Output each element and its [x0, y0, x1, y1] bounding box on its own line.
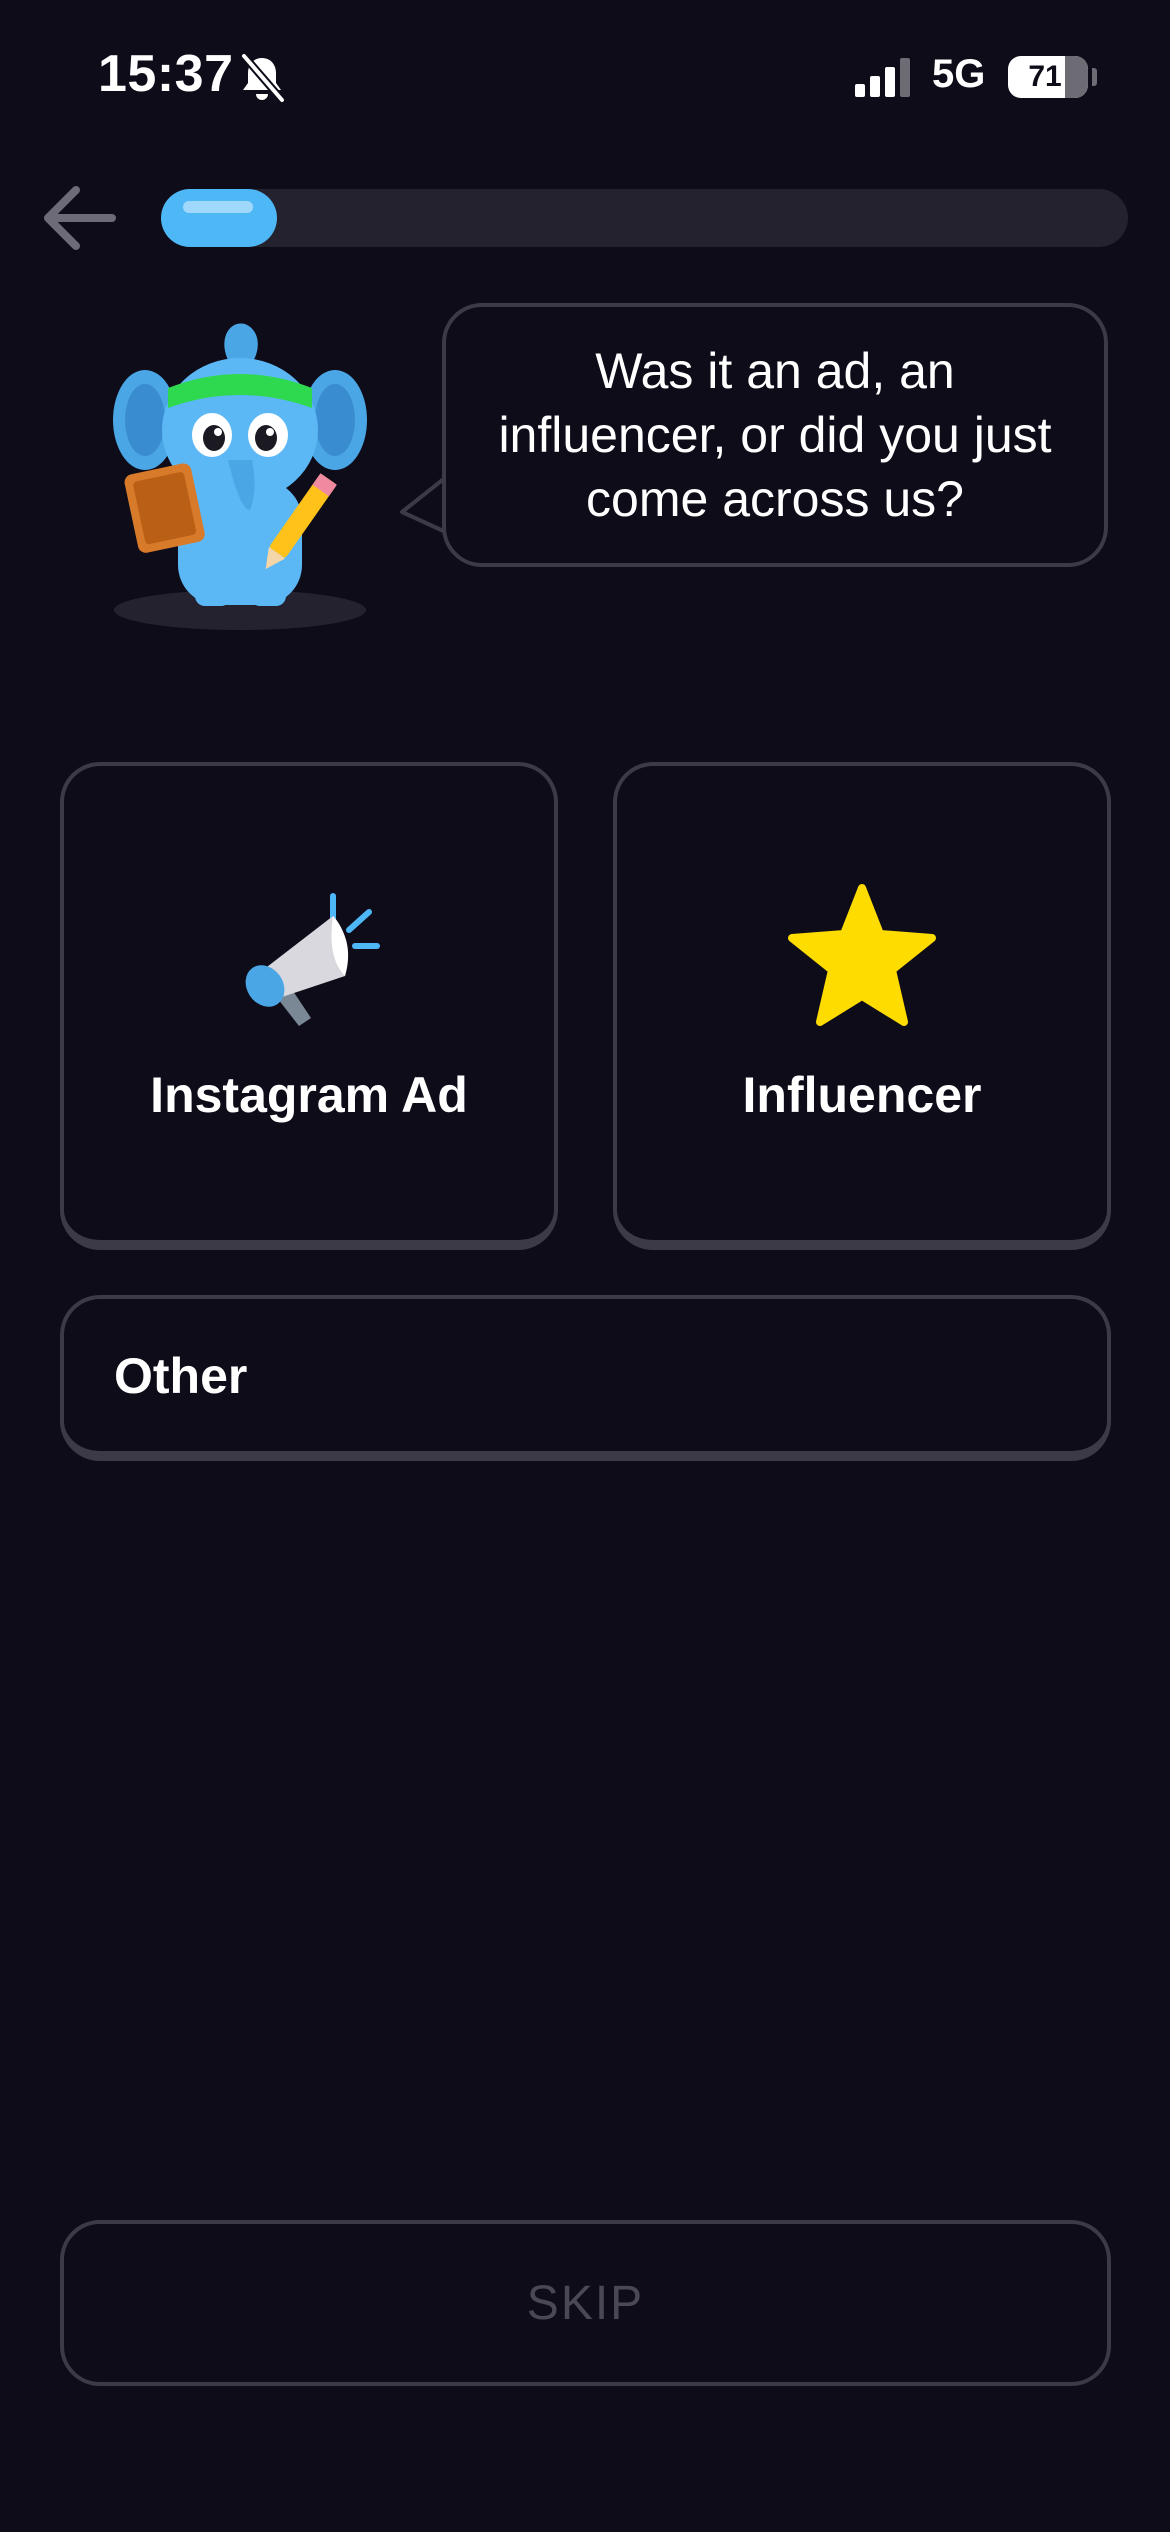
status-time: 15:37	[98, 45, 234, 103]
progress-shine	[183, 201, 253, 213]
elephant-mascot-icon	[113, 323, 367, 630]
battery-level: 71	[1028, 60, 1062, 93]
option-influencer[interactable]: Influencer	[613, 762, 1111, 1250]
battery-cap	[1092, 68, 1097, 86]
speech-bubble: Was it an ad, an influencer, or did you …	[442, 303, 1108, 567]
bell-slash-icon	[240, 52, 286, 104]
signal-bars-icon	[855, 58, 910, 97]
back-arrow-icon[interactable]	[36, 176, 120, 260]
option-label: Other	[114, 1348, 248, 1404]
network-label: 5G	[932, 52, 986, 96]
battery-icon: 71	[1008, 56, 1088, 98]
option-other[interactable]: Other	[60, 1295, 1111, 1461]
option-label: Instagram Ad	[150, 1067, 468, 1123]
option-label: Influencer	[742, 1067, 982, 1123]
question-text: Was it an ad, an influencer, or did you …	[498, 343, 1052, 527]
megaphone-icon	[245, 893, 380, 1026]
star-icon	[788, 884, 936, 1026]
progress-bar	[161, 189, 1128, 247]
option-instagram-ad[interactable]: Instagram Ad	[60, 762, 558, 1250]
skip-button[interactable]: SKIP	[60, 2220, 1111, 2386]
progress-fill	[161, 189, 278, 247]
status-bar: 15:37 5G 71	[0, 0, 1170, 150]
